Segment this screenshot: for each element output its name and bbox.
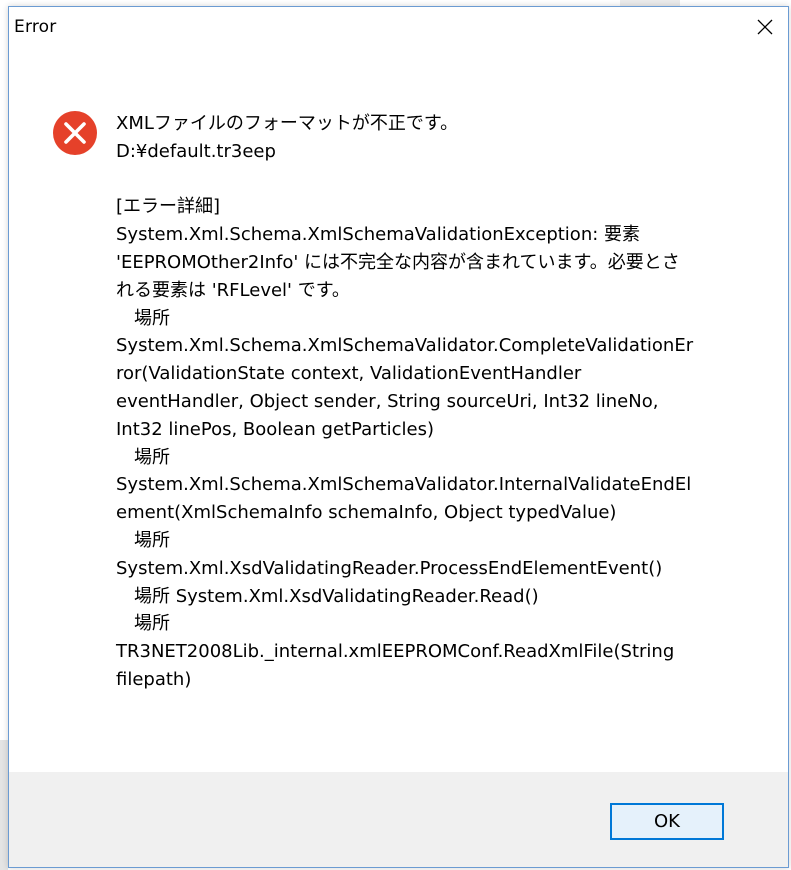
- background-window-fragment: [0, 740, 8, 870]
- close-button[interactable]: [742, 7, 788, 47]
- detail-line: 場所: [134, 613, 170, 635]
- ok-button-label: OK: [654, 811, 680, 832]
- message-line: XMLファイルのフォーマットが不正です。: [116, 113, 459, 134]
- error-message: XMLファイルのフォーマットが不正です。 D:¥default.tr3eep […: [116, 110, 736, 694]
- detail-line: System.Xml.XsdValidatingReader.ProcessEn…: [116, 557, 663, 579]
- error-icon: [53, 111, 97, 155]
- detail-line: Int32 linePos, Boolean getParticles): [116, 418, 435, 440]
- detail-line: 場所 System.Xml.XsdValidatingReader.Read(): [134, 585, 539, 607]
- detail-line: eventHandler, Object sender, String sour…: [116, 390, 659, 412]
- dialog-title: Error: [14, 17, 57, 37]
- detail-line: 場所: [134, 529, 170, 551]
- close-icon: [757, 19, 773, 35]
- dialog-footer: OK: [9, 772, 788, 867]
- error-dialog: Error XMLファイルのフォーマットが不正です。 D:¥default.tr…: [8, 6, 789, 868]
- detail-line: 場所: [134, 446, 170, 468]
- detail-line: System.Xml.Schema.XmlSchemaValidationExc…: [116, 224, 641, 246]
- title-bar[interactable]: Error: [9, 7, 788, 47]
- detail-line: れる要素は 'RFLevel' です。: [116, 279, 350, 301]
- detail-line: 場所: [134, 307, 170, 329]
- detail-line: filepath): [116, 668, 192, 690]
- detail-line: System.Xml.Schema.XmlSchemaValidator.Int…: [116, 474, 692, 496]
- ok-button[interactable]: OK: [610, 803, 724, 840]
- detail-line: ror(ValidationState context, ValidationE…: [116, 363, 582, 385]
- detail-line: TR3NET2008Lib._internal.xmlEEPROMConf.Re…: [116, 641, 675, 663]
- dialog-content: XMLファイルのフォーマットが不正です。 D:¥default.tr3eep […: [9, 47, 788, 773]
- detail-line: ement(XmlSchemaInfo schemaInfo, Object t…: [116, 502, 617, 524]
- detail-line: System.Xml.Schema.XmlSchemaValidator.Com…: [116, 335, 694, 357]
- detail-header: [エラー詳細]: [116, 196, 221, 218]
- file-path: D:¥default.tr3eep: [116, 140, 276, 162]
- detail-line: 'EEPROMOther2Info' には不完全な内容が含まれています。必要とさ: [116, 251, 680, 273]
